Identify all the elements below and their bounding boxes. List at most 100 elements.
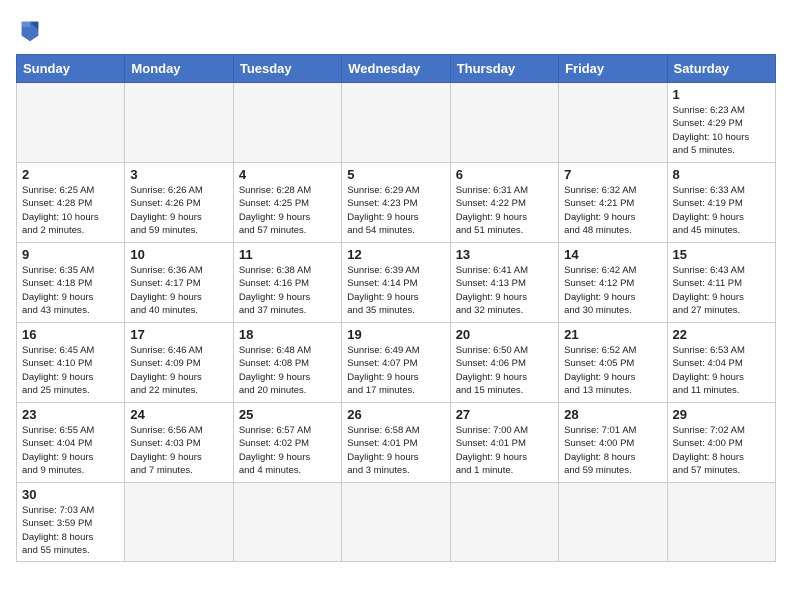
day-number: 2 <box>22 167 119 182</box>
day-number: 6 <box>456 167 553 182</box>
day-number: 16 <box>22 327 119 342</box>
calendar-cell: 4 Sunrise: 6:28 AM Sunset: 4:25 PM Daylig… <box>233 163 341 243</box>
day-info: Sunrise: 7:00 AM Sunset: 4:01 PM Dayligh… <box>456 424 553 477</box>
day-info: Sunrise: 7:03 AM Sunset: 3:59 PM Dayligh… <box>22 504 119 557</box>
calendar-cell: 1 Sunrise: 6:23 AM Sunset: 4:29 PM Daylig… <box>667 83 775 163</box>
weekday-header-sunday: Sunday <box>17 55 125 83</box>
calendar-cell: 22 Sunrise: 6:53 AM Sunset: 4:04 PM Dayli… <box>667 323 775 403</box>
calendar-cell: 29Sunrise: 7:02 AM Sunset: 4:00 PM Dayli… <box>667 403 775 483</box>
day-number: 7 <box>564 167 661 182</box>
day-info: Sunrise: 7:02 AM Sunset: 4:00 PM Dayligh… <box>673 424 770 477</box>
day-number: 1 <box>673 87 770 102</box>
day-info: Sunrise: 6:45 AM Sunset: 4:10 PM Dayligh… <box>22 344 119 397</box>
day-number: 23 <box>22 407 119 422</box>
calendar-cell: 14 Sunrise: 6:42 AM Sunset: 4:12 PM Dayli… <box>559 243 667 323</box>
day-info: Sunrise: 6:42 AM Sunset: 4:12 PM Dayligh… <box>564 264 661 317</box>
calendar-cell <box>125 483 233 562</box>
day-number: 15 <box>673 247 770 262</box>
day-info: Sunrise: 6:29 AM Sunset: 4:23 PM Dayligh… <box>347 184 444 237</box>
day-info: Sunrise: 6:50 AM Sunset: 4:06 PM Dayligh… <box>456 344 553 397</box>
day-number: 11 <box>239 247 336 262</box>
day-info: Sunrise: 6:28 AM Sunset: 4:25 PM Dayligh… <box>239 184 336 237</box>
calendar-cell: 27 Sunrise: 7:00 AM Sunset: 4:01 PM Dayli… <box>450 403 558 483</box>
day-info: Sunrise: 6:46 AM Sunset: 4:09 PM Dayligh… <box>130 344 227 397</box>
day-number: 28 <box>564 407 661 422</box>
day-number: 12 <box>347 247 444 262</box>
day-number: 20 <box>456 327 553 342</box>
calendar-cell: 16 Sunrise: 6:45 AM Sunset: 4:10 PM Dayli… <box>17 323 125 403</box>
calendar-cell: 8Sunrise: 6:33 AM Sunset: 4:19 PM Daylig… <box>667 163 775 243</box>
weekday-header-tuesday: Tuesday <box>233 55 341 83</box>
day-info: Sunrise: 6:58 AM Sunset: 4:01 PM Dayligh… <box>347 424 444 477</box>
day-number: 19 <box>347 327 444 342</box>
day-number: 25 <box>239 407 336 422</box>
calendar-cell: 17 Sunrise: 6:46 AM Sunset: 4:09 PM Dayli… <box>125 323 233 403</box>
day-number: 13 <box>456 247 553 262</box>
day-number: 9 <box>22 247 119 262</box>
day-number: 30 <box>22 487 119 502</box>
calendar-cell <box>559 83 667 163</box>
weekday-header-thursday: Thursday <box>450 55 558 83</box>
calendar-cell <box>342 83 450 163</box>
calendar-cell: 2 Sunrise: 6:25 AM Sunset: 4:28 PM Daylig… <box>17 163 125 243</box>
day-number: 4 <box>239 167 336 182</box>
weekday-header-friday: Friday <box>559 55 667 83</box>
calendar-cell: 3Sunrise: 6:26 AM Sunset: 4:26 PM Daylig… <box>125 163 233 243</box>
calendar-table: SundayMondayTuesdayWednesdayThursdayFrid… <box>16 54 776 562</box>
calendar-cell <box>450 483 558 562</box>
day-info: Sunrise: 6:55 AM Sunset: 4:04 PM Dayligh… <box>22 424 119 477</box>
day-info: Sunrise: 7:01 AM Sunset: 4:00 PM Dayligh… <box>564 424 661 477</box>
calendar-cell: 18 Sunrise: 6:48 AM Sunset: 4:08 PM Dayli… <box>233 323 341 403</box>
day-info: Sunrise: 6:33 AM Sunset: 4:19 PM Dayligh… <box>673 184 770 237</box>
calendar-cell: 11Sunrise: 6:38 AM Sunset: 4:16 PM Dayli… <box>233 243 341 323</box>
calendar-cell <box>342 483 450 562</box>
day-info: Sunrise: 6:57 AM Sunset: 4:02 PM Dayligh… <box>239 424 336 477</box>
calendar-cell: 26Sunrise: 6:58 AM Sunset: 4:01 PM Dayli… <box>342 403 450 483</box>
day-info: Sunrise: 6:43 AM Sunset: 4:11 PM Dayligh… <box>673 264 770 317</box>
day-info: Sunrise: 6:31 AM Sunset: 4:22 PM Dayligh… <box>456 184 553 237</box>
calendar-week-row: 23 Sunrise: 6:55 AM Sunset: 4:04 PM Dayli… <box>17 403 776 483</box>
calendar-week-row: 16 Sunrise: 6:45 AM Sunset: 4:10 PM Dayli… <box>17 323 776 403</box>
calendar-cell <box>233 83 341 163</box>
calendar-cell: 23 Sunrise: 6:55 AM Sunset: 4:04 PM Dayli… <box>17 403 125 483</box>
calendar-week-row: 2 Sunrise: 6:25 AM Sunset: 4:28 PM Daylig… <box>17 163 776 243</box>
calendar-cell: 20 Sunrise: 6:50 AM Sunset: 4:06 PM Dayli… <box>450 323 558 403</box>
day-number: 27 <box>456 407 553 422</box>
day-info: Sunrise: 6:32 AM Sunset: 4:21 PM Dayligh… <box>564 184 661 237</box>
calendar-cell: 19 Sunrise: 6:49 AM Sunset: 4:07 PM Dayli… <box>342 323 450 403</box>
calendar-week-row: 1 Sunrise: 6:23 AM Sunset: 4:29 PM Daylig… <box>17 83 776 163</box>
day-number: 10 <box>130 247 227 262</box>
day-info: Sunrise: 6:48 AM Sunset: 4:08 PM Dayligh… <box>239 344 336 397</box>
calendar-cell <box>233 483 341 562</box>
day-info: Sunrise: 6:56 AM Sunset: 4:03 PM Dayligh… <box>130 424 227 477</box>
calendar-cell: 9 Sunrise: 6:35 AM Sunset: 4:18 PM Daylig… <box>17 243 125 323</box>
weekday-header-monday: Monday <box>125 55 233 83</box>
calendar-cell <box>125 83 233 163</box>
day-info: Sunrise: 6:26 AM Sunset: 4:26 PM Dayligh… <box>130 184 227 237</box>
day-info: Sunrise: 6:36 AM Sunset: 4:17 PM Dayligh… <box>130 264 227 317</box>
day-number: 24 <box>130 407 227 422</box>
day-number: 18 <box>239 327 336 342</box>
page-header <box>16 16 776 44</box>
logo <box>16 16 48 44</box>
day-number: 21 <box>564 327 661 342</box>
day-info: Sunrise: 6:39 AM Sunset: 4:14 PM Dayligh… <box>347 264 444 317</box>
calendar-cell <box>667 483 775 562</box>
day-number: 5 <box>347 167 444 182</box>
calendar-cell: 6 Sunrise: 6:31 AM Sunset: 4:22 PM Daylig… <box>450 163 558 243</box>
weekday-header-wednesday: Wednesday <box>342 55 450 83</box>
calendar-cell: 30 Sunrise: 7:03 AM Sunset: 3:59 PM Dayli… <box>17 483 125 562</box>
day-info: Sunrise: 6:35 AM Sunset: 4:18 PM Dayligh… <box>22 264 119 317</box>
day-info: Sunrise: 6:23 AM Sunset: 4:29 PM Dayligh… <box>673 104 770 157</box>
calendar-cell: 13Sunrise: 6:41 AM Sunset: 4:13 PM Dayli… <box>450 243 558 323</box>
day-number: 14 <box>564 247 661 262</box>
calendar-cell: 5 Sunrise: 6:29 AM Sunset: 4:23 PM Daylig… <box>342 163 450 243</box>
weekday-header-saturday: Saturday <box>667 55 775 83</box>
day-info: Sunrise: 6:49 AM Sunset: 4:07 PM Dayligh… <box>347 344 444 397</box>
day-number: 17 <box>130 327 227 342</box>
logo-icon <box>16 16 44 44</box>
calendar-cell: 7 Sunrise: 6:32 AM Sunset: 4:21 PM Daylig… <box>559 163 667 243</box>
day-info: Sunrise: 6:53 AM Sunset: 4:04 PM Dayligh… <box>673 344 770 397</box>
day-info: Sunrise: 6:25 AM Sunset: 4:28 PM Dayligh… <box>22 184 119 237</box>
day-number: 22 <box>673 327 770 342</box>
